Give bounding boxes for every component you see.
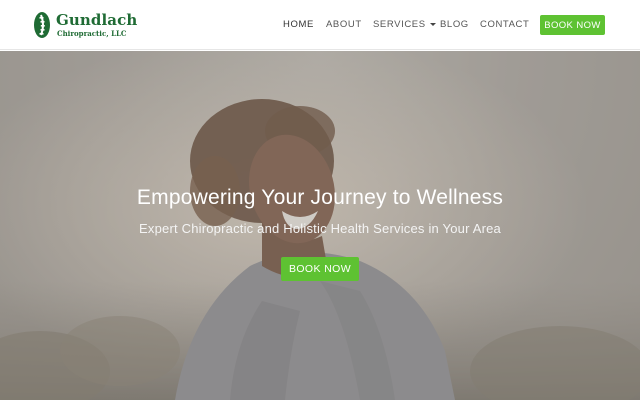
chevron-down-icon bbox=[429, 23, 436, 26]
nav-home[interactable]: HOME bbox=[283, 19, 314, 30]
hero-subtitle: Expert Chiropractic and Holistic Health … bbox=[139, 221, 501, 236]
nav-services-label: SERVICES bbox=[373, 19, 426, 30]
nav-services[interactable]: SERVICES bbox=[373, 19, 436, 30]
nav-contact[interactable]: CONTACT bbox=[480, 19, 529, 30]
header-book-now-button[interactable]: BOOK NOW bbox=[540, 15, 605, 35]
nav-about[interactable]: ABOUT bbox=[326, 19, 362, 30]
hero-title: Empowering Your Journey to Wellness bbox=[136, 186, 504, 209]
nav-blog[interactable]: BLOG bbox=[440, 19, 469, 30]
hero-book-now-button[interactable]: BOOK NOW bbox=[281, 257, 359, 281]
site-header: Gundlach Chiropractic, LLC HOME ABOUT SE… bbox=[0, 0, 640, 50]
main-nav: HOME ABOUT SERVICES BLOG CONTACT BOOK NO… bbox=[0, 0, 640, 50]
hero-section: Empowering Your Journey to Wellness Expe… bbox=[0, 51, 640, 400]
